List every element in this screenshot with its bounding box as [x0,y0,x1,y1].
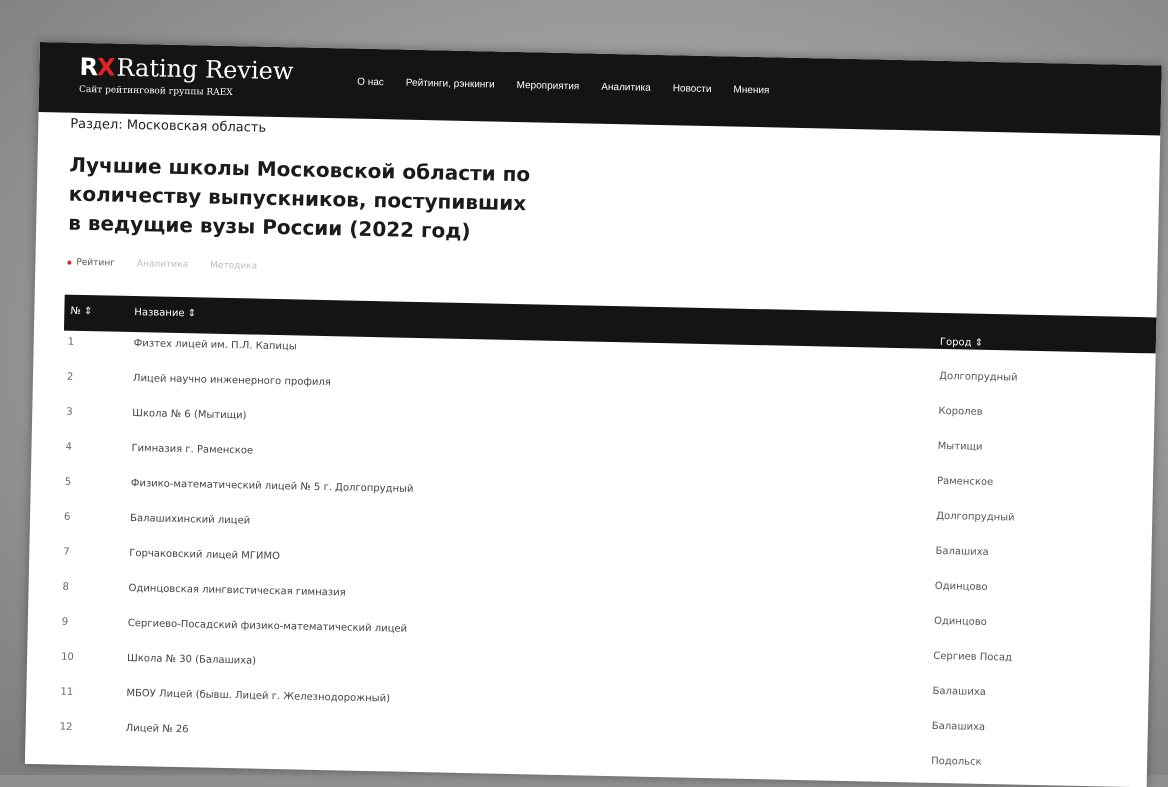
site-logo[interactable]: RXRating Review Сайт рейтинговой группы … [79,53,294,98]
school-city: Долгопрудный [939,370,1018,384]
school-name: Балашихинский лицей [129,512,251,527]
row-number: 7 [63,546,70,558]
row-number: 5 [64,476,72,488]
page-title: Лучшие школы Московской области по колич… [67,152,531,244]
content-tabs: Рейтинг Аналитика Методика [67,258,257,272]
rx-logo-mark: RX [79,53,115,82]
row-number: 8 [62,581,70,593]
section-breadcrumb[interactable]: Раздел: Московская область [70,117,266,136]
nav-item-news[interactable]: Новости [673,83,712,95]
school-city: Балашиха [935,545,989,558]
school-name: Лицей № 26 [125,722,189,736]
school-city: Одинцово [933,615,987,628]
active-tab-dot-icon [67,260,72,265]
school-city: Балашиха [931,720,986,733]
tab-methodology[interactable]: Методика [210,261,257,272]
logo-mark-r: R [79,52,98,82]
row-number: 2 [66,371,74,383]
ranking-table-body: 1 Физтех лицей им. П.Л. Капицы Долгопрудны… [55,337,1156,780]
row-number: 3 [66,406,73,418]
row-number: 11 [60,686,74,698]
school-name: Школа № 30 (Балашиха) [126,652,257,667]
logo-subtitle: Сайт рейтинговой группы RAEX [78,84,233,99]
nav-item-ratings[interactable]: Рейтинги, рэнкинги [406,78,495,91]
row-number: 12 [59,721,73,733]
school-city: Раменское [936,475,994,489]
row-number: 9 [61,616,69,628]
logo-title: Rating Review [116,53,294,86]
school-city: Долгопрудный [936,510,1015,524]
school-city: Сергиев Посад [933,650,1013,664]
row-number: 6 [63,511,71,523]
school-city: Балашиха [932,685,986,698]
nav-item-events[interactable]: Мероприятия [516,80,579,92]
column-header-number[interactable]: № ⇕ [70,306,92,317]
school-name: Школа № 6 (Мытищи) [132,408,247,422]
nav-item-analytics[interactable]: Аналитика [601,82,651,94]
school-name: Физтех лицей им. П.Л. Капицы [133,338,297,353]
row-number: 10 [61,651,74,663]
row-number: 4 [65,441,73,453]
school-name: Горчаковский лицей МГИМО [129,547,280,563]
school-city: Королев [938,405,983,418]
school-city: Подольск [931,755,982,768]
tab-analytics[interactable]: Аналитика [137,259,188,270]
main-nav: О нас Рейтинги, рэнкинги Мероприятия Ана… [357,77,769,97]
column-header-name[interactable]: Название ⇕ [134,307,196,319]
school-city: Одинцово [934,580,988,593]
tab-rating[interactable]: Рейтинг [67,258,115,269]
school-city: Мытищи [937,440,983,453]
webpage-printout: RXRating Review Сайт рейтинговой группы … [24,42,1162,787]
nav-item-opinions[interactable]: Мнения [733,85,769,97]
row-number: 1 [67,336,75,348]
column-header-city[interactable]: Город ⇕ [940,337,983,349]
tab-rating-label: Рейтинг [76,257,116,269]
school-name: Гимназия г. Раменское [131,443,254,457]
nav-item-about[interactable]: О нас [357,77,384,89]
logo-mark-x: X [96,53,115,82]
